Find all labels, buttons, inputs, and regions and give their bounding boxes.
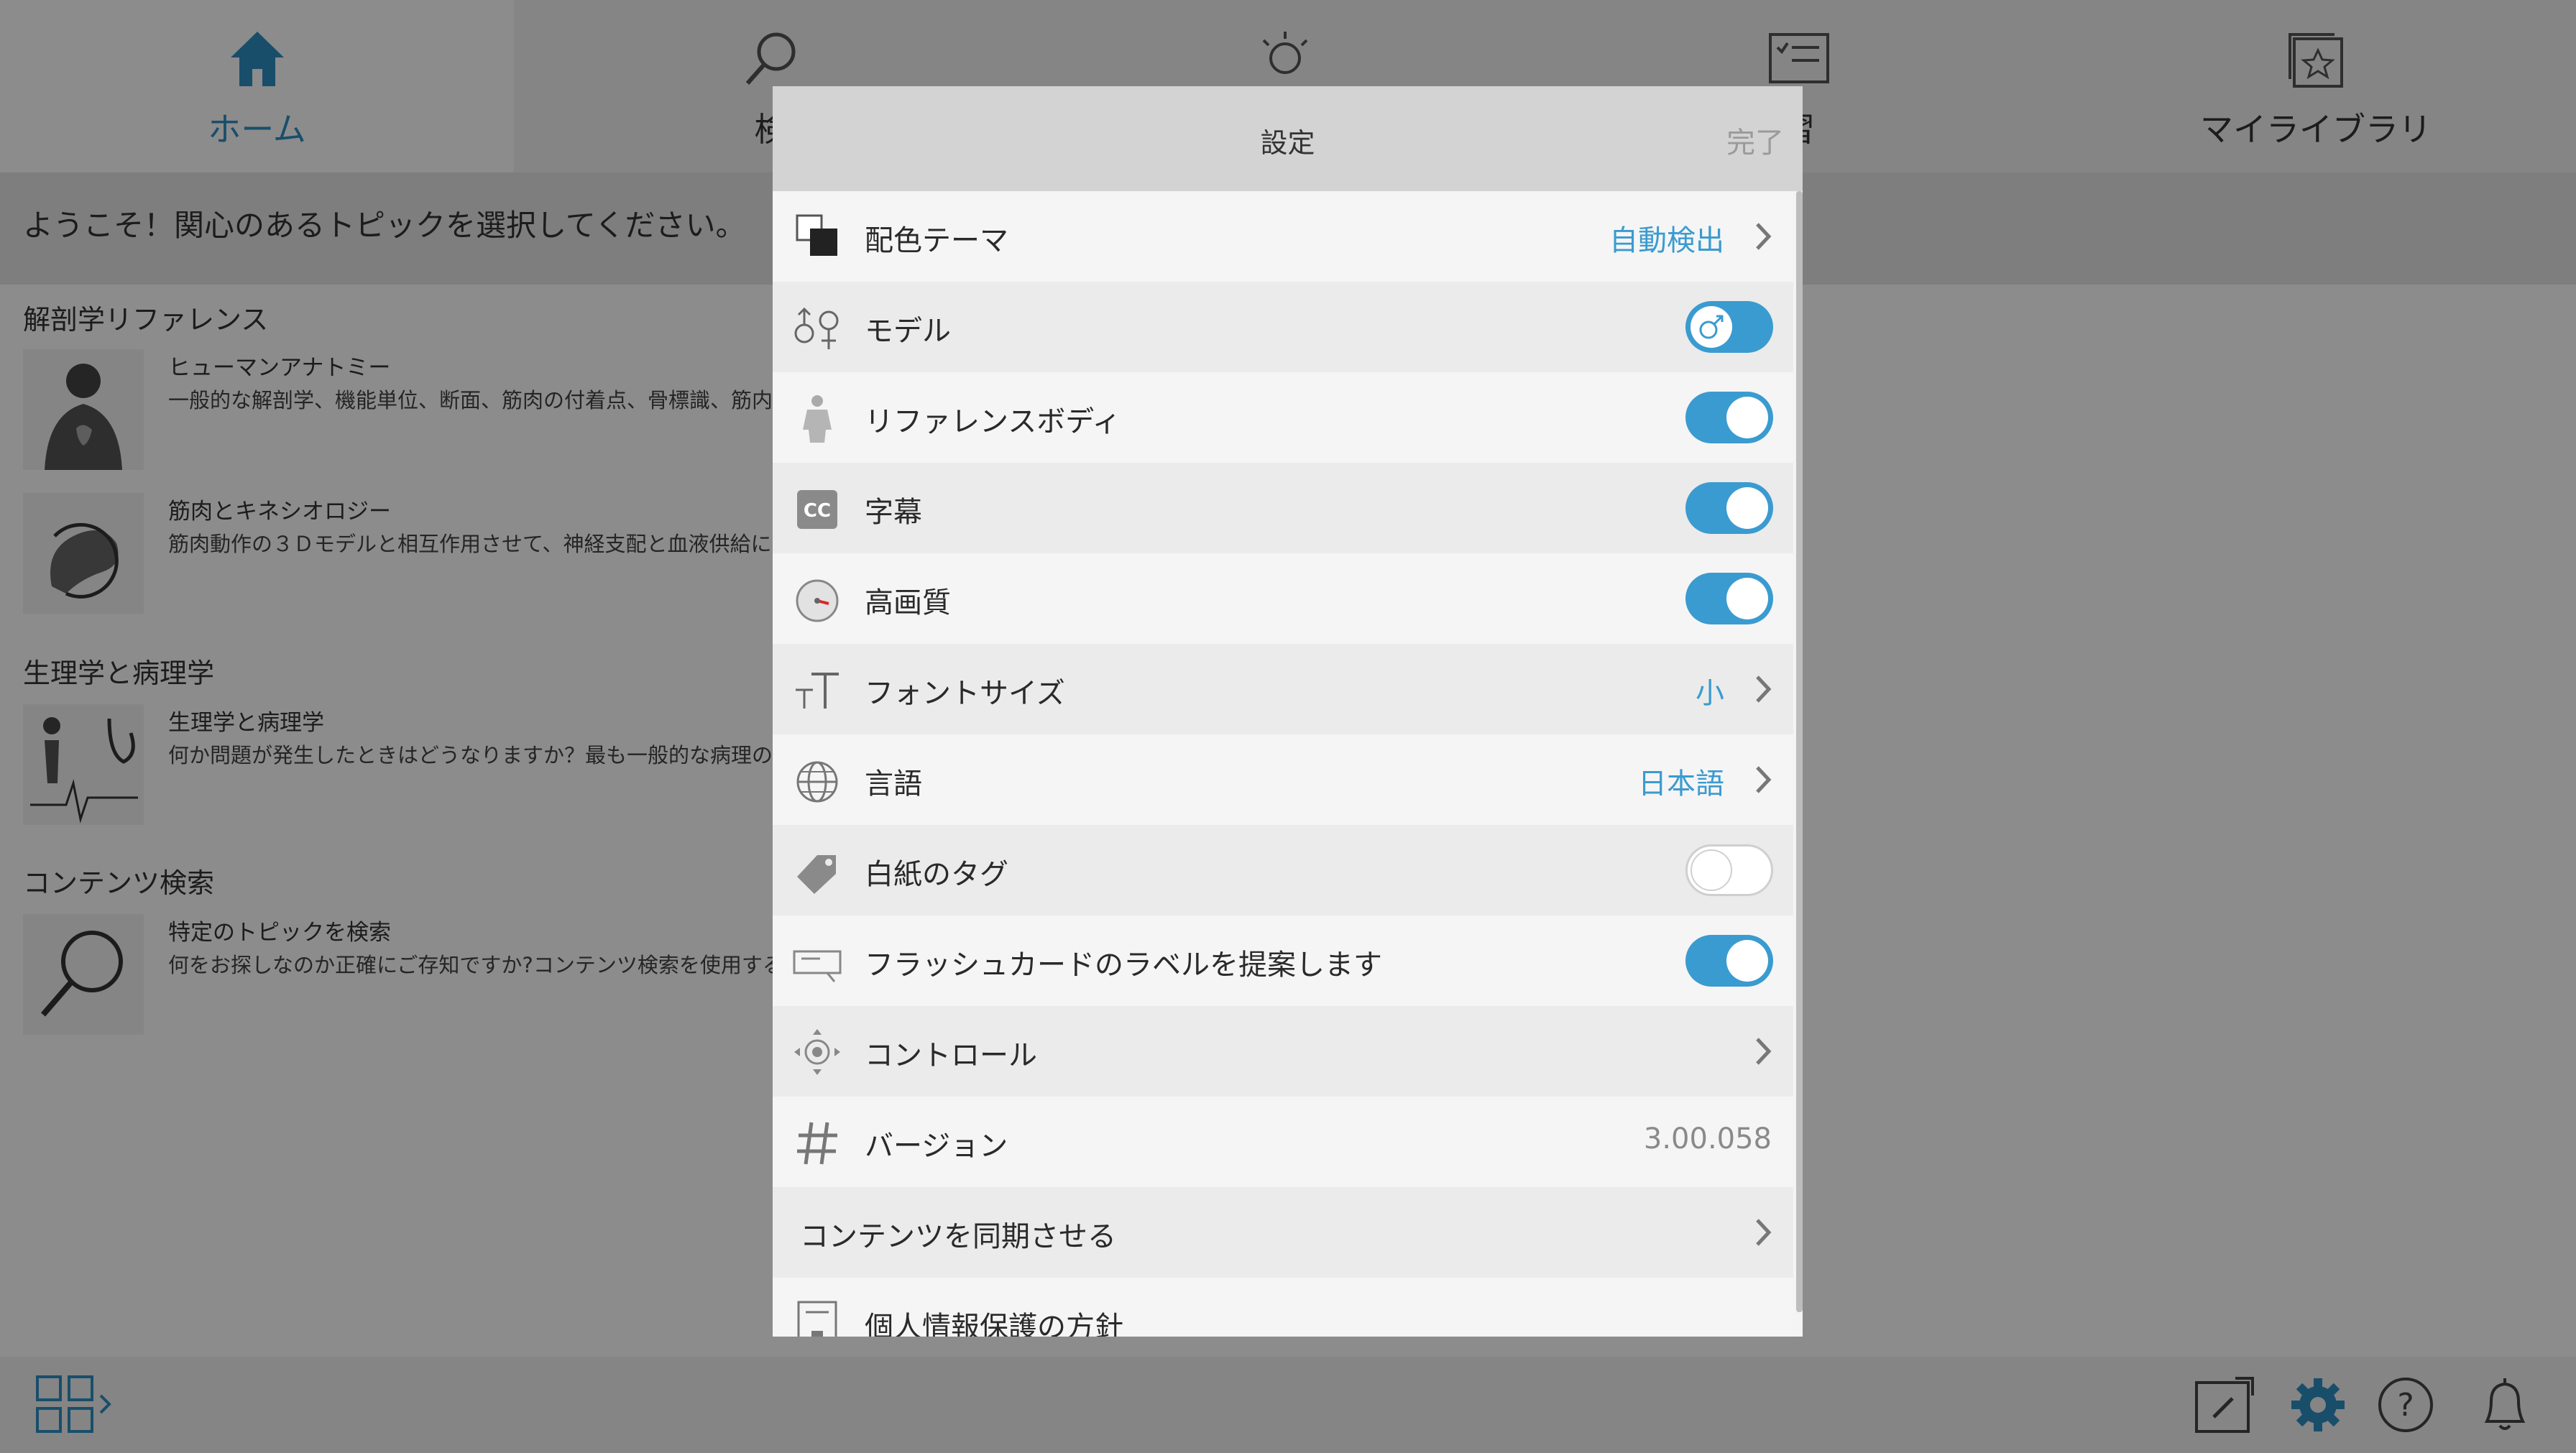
done-button[interactable]: 完了 xyxy=(1726,119,1784,161)
setting-label: リファレンスボディ xyxy=(865,405,1121,438)
chevron-right-icon xyxy=(1756,766,1772,793)
setting-label: 個人情報保護の方針 xyxy=(865,1311,1123,1337)
settings-modal: 設定 完了 配色テーマ 自動検出 モデル リファレンスボディ CC 字幕 高画質… xyxy=(773,86,1803,1337)
modal-header: 設定 完了 xyxy=(773,86,1803,191)
chevron-right-icon xyxy=(1756,1219,1772,1246)
setting-label: 高画質 xyxy=(865,586,951,619)
globe-icon xyxy=(796,761,838,803)
tag-icon xyxy=(797,855,836,894)
setting-label: 字幕 xyxy=(865,496,922,529)
setting-flashcard-labels[interactable]: フラッシュカードのラベルを提案します xyxy=(773,915,1793,1006)
setting-model[interactable]: モデル xyxy=(773,282,1793,372)
setting-label: 言語 xyxy=(865,767,922,801)
svg-text:CC: CC xyxy=(804,500,831,522)
cc-icon: CC xyxy=(797,490,837,529)
setting-label: フラッシュカードのラベルを提案します xyxy=(865,949,1382,982)
model-gender-toggle[interactable] xyxy=(1685,301,1773,353)
reference-body-toggle[interactable] xyxy=(1685,392,1773,443)
subtitles-toggle[interactable] xyxy=(1685,482,1773,534)
body-icon xyxy=(803,395,832,443)
setting-label: モデル xyxy=(865,315,951,348)
chevron-right-icon xyxy=(1756,1038,1772,1065)
setting-label: バージョン xyxy=(865,1130,1008,1163)
setting-privacy-policy[interactable]: 個人情報保護の方針 xyxy=(773,1278,1793,1337)
quality-gauge-icon xyxy=(796,579,839,622)
setting-label: 白紙のタグ xyxy=(865,858,1008,891)
controls-icon xyxy=(794,1029,840,1075)
blank-tags-toggle[interactable] xyxy=(1685,844,1773,896)
setting-controls[interactable]: コントロール xyxy=(773,1006,1793,1097)
setting-language[interactable]: 言語 日本語 xyxy=(773,734,1793,825)
setting-version: バージョン 3.00.058 xyxy=(773,1097,1793,1187)
font-size-icon xyxy=(796,673,839,709)
setting-value: 自動検出 xyxy=(1609,224,1724,257)
chevron-right-icon xyxy=(1756,223,1772,250)
setting-label: コンテンツを同期させる xyxy=(800,1220,1116,1253)
flashcard-label-icon xyxy=(793,950,842,982)
gender-icon xyxy=(794,307,839,349)
male-icon xyxy=(1690,306,1732,348)
setting-value: 小 xyxy=(1696,677,1724,710)
setting-blank-tags[interactable]: 白紙のタグ xyxy=(773,825,1793,915)
setting-color-theme[interactable]: 配色テーマ 自動検出 xyxy=(773,191,1793,282)
setting-label: フォントサイズ xyxy=(865,677,1065,710)
version-value: 3.00.058 xyxy=(1643,1122,1772,1156)
hash-icon xyxy=(797,1122,837,1165)
setting-label: コントロール xyxy=(865,1039,1037,1072)
privacy-icon xyxy=(797,1301,837,1337)
setting-value: 日本語 xyxy=(1638,767,1724,801)
flashcard-labels-toggle[interactable] xyxy=(1685,935,1773,987)
high-quality-toggle[interactable] xyxy=(1685,573,1773,624)
modal-scrollbar[interactable] xyxy=(1796,191,1803,1312)
setting-label: 配色テーマ xyxy=(865,224,1008,257)
modal-title: 設定 xyxy=(1260,127,1315,159)
setting-subtitles[interactable]: CC 字幕 xyxy=(773,463,1793,553)
setting-sync-content[interactable]: コンテンツを同期させる xyxy=(773,1187,1793,1278)
setting-reference-body[interactable]: リファレンスボディ xyxy=(773,372,1793,463)
setting-font-size[interactable]: フォントサイズ 小 xyxy=(773,644,1793,734)
chevron-right-icon xyxy=(1756,675,1772,703)
color-theme-icon xyxy=(796,214,837,256)
setting-high-quality[interactable]: 高画質 xyxy=(773,553,1793,644)
